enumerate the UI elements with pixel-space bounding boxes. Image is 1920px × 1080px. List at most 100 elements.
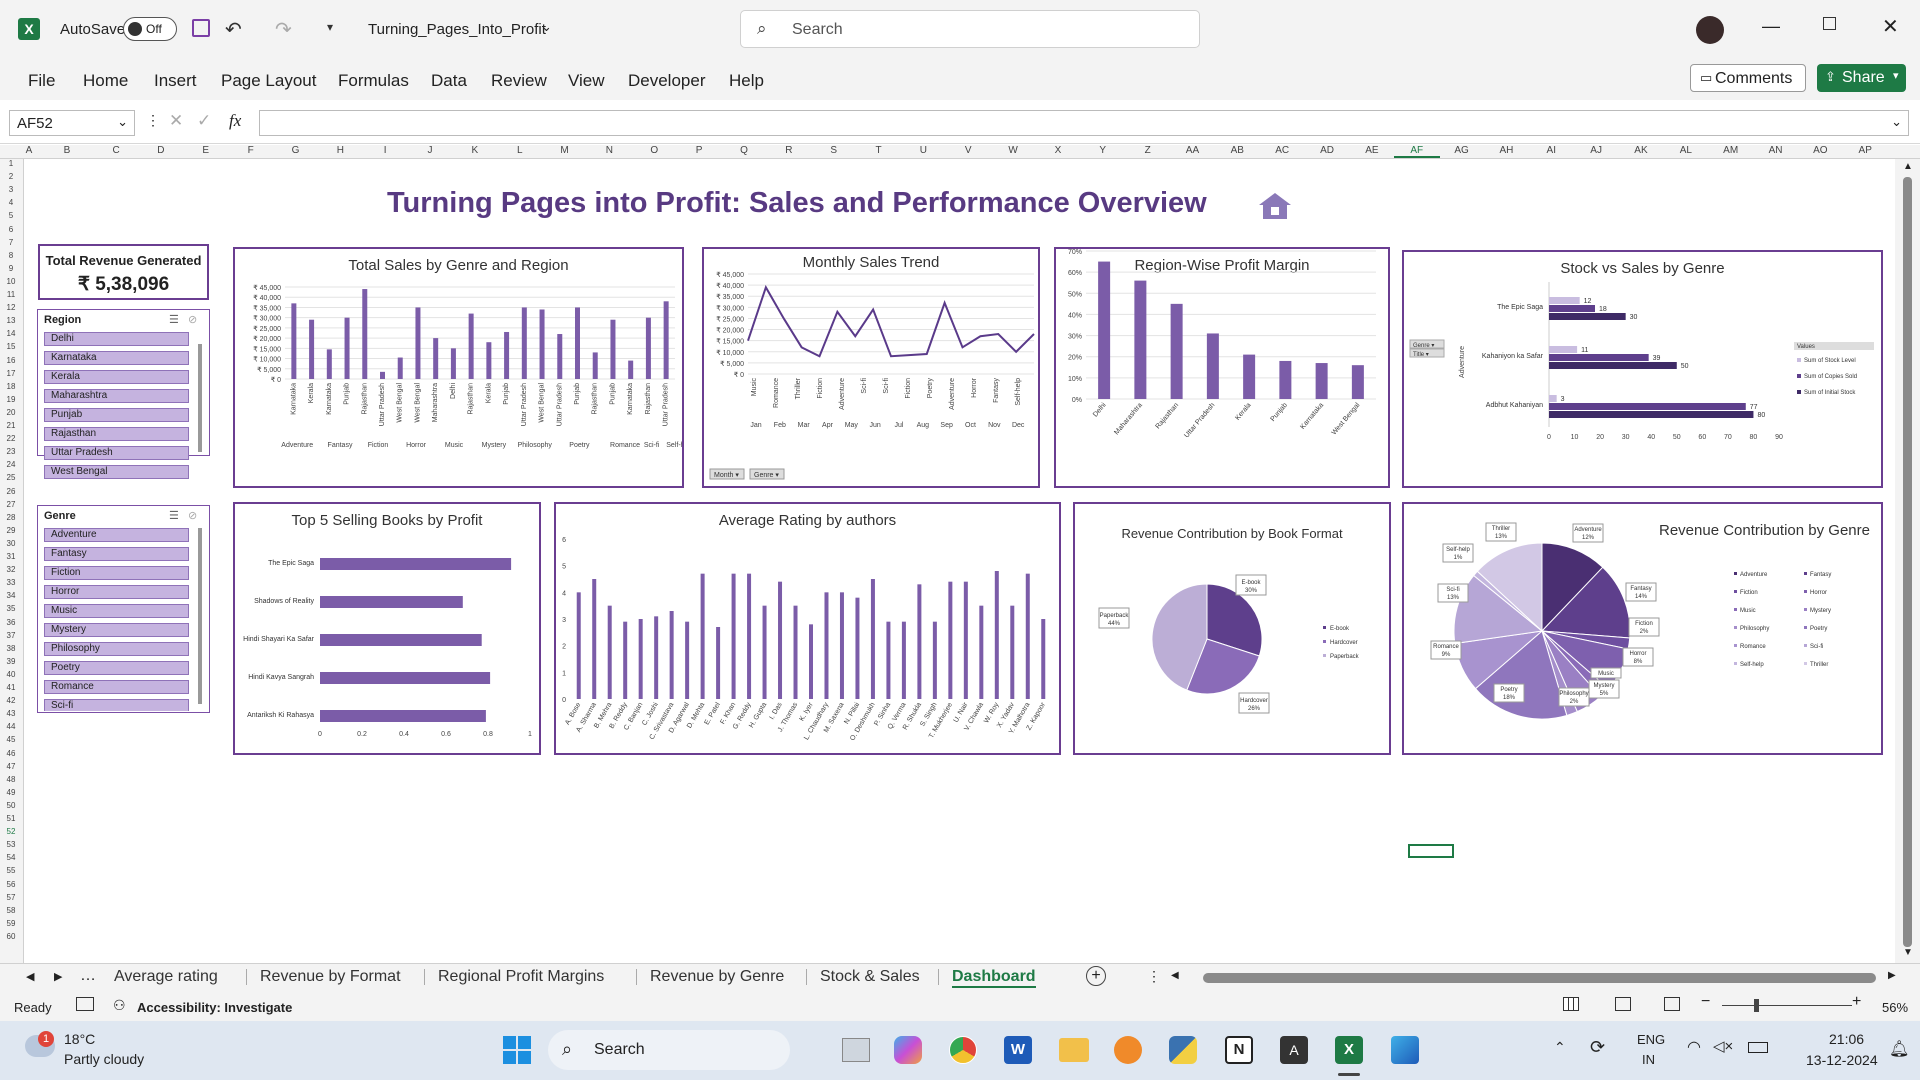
minimize-icon[interactable]: —	[1762, 16, 1780, 37]
customize-toolbar-icon[interactable]: ▾	[327, 20, 333, 34]
chart-stock-vs-sales[interactable]: Stock vs Sales by Genre 0 10 20 30 40 50 60 70 8…	[1402, 250, 1883, 488]
tab-average-rating[interactable]: Average rating	[114, 968, 218, 986]
task-view-icon[interactable]	[842, 1038, 870, 1062]
chart-top5-books[interactable]: Top 5 Selling Books by Profit 0 0.2 0.4 0.6…	[233, 502, 541, 755]
sync-icon[interactable]: ⟳	[1590, 1037, 1605, 1058]
slicer-item-uttar-pradesh[interactable]: Uttar Pradesh	[44, 446, 189, 460]
row-header-6[interactable]: 6	[0, 225, 22, 234]
menu-page-layout[interactable]: Page Layout	[221, 71, 316, 91]
row-header-15[interactable]: 15	[0, 342, 22, 351]
battery-icon[interactable]	[1748, 1042, 1768, 1053]
page-layout-view-icon[interactable]	[1615, 997, 1631, 1011]
python-icon[interactable]	[1169, 1036, 1197, 1064]
search-box[interactable]: ⌕ Search	[740, 10, 1200, 48]
row-header-50[interactable]: 50	[0, 801, 22, 810]
row-header-16[interactable]: 16	[0, 356, 22, 365]
column-header-ab[interactable]: AB	[1214, 145, 1260, 156]
insert-function-icon[interactable]: fx	[229, 111, 241, 131]
row-header-17[interactable]: 17	[0, 369, 22, 378]
tab-regional-profit-margins[interactable]: Regional Profit Margins	[438, 968, 604, 986]
accessibility-status[interactable]: Accessibility: Investigate	[137, 1000, 292, 1015]
page-break-view-icon[interactable]	[1664, 997, 1680, 1011]
column-header-p[interactable]: P	[676, 145, 722, 156]
column-header-aa[interactable]: AA	[1169, 145, 1215, 156]
scroll-thumb[interactable]	[1903, 177, 1912, 947]
menu-view[interactable]: View	[568, 71, 605, 91]
row-header-8[interactable]: 8	[0, 251, 22, 260]
maximize-icon[interactable]	[1823, 17, 1836, 30]
row-header-1[interactable]: 1	[0, 159, 22, 168]
column-header-ac[interactable]: AC	[1259, 145, 1305, 156]
row-header-35[interactable]: 35	[0, 604, 22, 613]
slicer-item-poetry[interactable]: Poetry	[44, 661, 189, 675]
word-icon[interactable]: W	[1004, 1036, 1032, 1064]
column-header-al[interactable]: AL	[1663, 145, 1709, 156]
notion-icon[interactable]: N	[1225, 1036, 1253, 1064]
column-header-z[interactable]: Z	[1125, 145, 1171, 156]
excel-taskbar-icon[interactable]: X	[1335, 1036, 1363, 1064]
comments-button[interactable]: ▭ Comments	[1690, 64, 1806, 92]
column-header-am[interactable]: AM	[1708, 145, 1754, 156]
slicer-item-sci-fi[interactable]: Sci-fi	[44, 699, 189, 711]
chevron-up-icon[interactable]: ⌃	[1554, 1039, 1566, 1056]
row-header-39[interactable]: 39	[0, 657, 22, 666]
column-header-v[interactable]: V	[945, 145, 991, 156]
file-name[interactable]: Turning_Pages_Into_Profit	[368, 21, 546, 38]
active-cell[interactable]	[1408, 844, 1454, 858]
row-header-4[interactable]: 4	[0, 198, 22, 207]
zoom-slider[interactable]	[1722, 999, 1852, 1012]
vertical-scrollbar[interactable]: ▲ ▼	[1895, 159, 1920, 963]
row-header-30[interactable]: 30	[0, 539, 22, 548]
autosave-toggle[interactable]: Off	[123, 17, 177, 41]
row-header-56[interactable]: 56	[0, 880, 22, 889]
column-header-y[interactable]: Y	[1080, 145, 1126, 156]
row-header-9[interactable]: 9	[0, 264, 22, 273]
slicer-item-horror[interactable]: Horror	[44, 585, 189, 599]
scroll-up-icon[interactable]: ▲	[1903, 161, 1913, 172]
enter-icon[interactable]: ✓	[197, 111, 211, 131]
column-header-g[interactable]: G	[272, 145, 318, 156]
copilot-icon[interactable]	[894, 1036, 922, 1064]
column-header-e[interactable]: E	[183, 145, 229, 156]
column-header-ap[interactable]: AP	[1842, 145, 1888, 156]
row-header-59[interactable]: 59	[0, 919, 22, 928]
zoom-in-icon[interactable]: +	[1852, 993, 1861, 1011]
column-header-af[interactable]: AF	[1393, 145, 1440, 158]
column-header-q[interactable]: Q	[721, 145, 767, 156]
clear-filter-icon[interactable]: ⊘	[188, 313, 197, 326]
row-header-37[interactable]: 37	[0, 631, 22, 640]
column-header-n[interactable]: N	[586, 145, 632, 156]
macro-icon[interactable]	[76, 997, 94, 1011]
undo-icon[interactable]: ↶	[225, 17, 242, 42]
row-header-24[interactable]: 24	[0, 460, 22, 469]
column-header-d[interactable]: D	[138, 145, 184, 156]
row-header-3[interactable]: 3	[0, 185, 22, 194]
column-header-ad[interactable]: AD	[1304, 145, 1350, 156]
row-header-42[interactable]: 42	[0, 696, 22, 705]
clock-time[interactable]: 21:06	[1829, 1031, 1864, 1047]
volume-icon[interactable]: ◁×	[1713, 1037, 1733, 1055]
row-header-55[interactable]: 55	[0, 866, 22, 875]
region-slicer[interactable]: Region ☰ ⊘ Delhi Karnataka Kerala Maharasht…	[37, 309, 210, 479]
column-header-an[interactable]: AN	[1753, 145, 1799, 156]
slicer-scrollbar[interactable]	[198, 344, 202, 452]
menu-formulas[interactable]: Formulas	[338, 71, 409, 91]
menu-help[interactable]: Help	[729, 71, 764, 91]
row-header-18[interactable]: 18	[0, 382, 22, 391]
menu-file[interactable]: File	[28, 71, 55, 91]
slicer-item-delhi[interactable]: Delhi	[44, 332, 189, 346]
row-header-49[interactable]: 49	[0, 788, 22, 797]
row-header-25[interactable]: 25	[0, 473, 22, 482]
row-header-12[interactable]: 12	[0, 303, 22, 312]
more-icon[interactable]: ⋮	[1147, 968, 1161, 985]
slicer-item-music[interactable]: Music	[44, 604, 189, 618]
slicer-item-punjab[interactable]: Punjab	[44, 408, 189, 422]
slicer-item-adventure[interactable]: Adventure	[44, 528, 189, 542]
slicer-item-rajasthan[interactable]: Rajasthan	[44, 427, 189, 441]
row-header-47[interactable]: 47	[0, 762, 22, 771]
row-header-23[interactable]: 23	[0, 447, 22, 456]
row-header-22[interactable]: 22	[0, 434, 22, 443]
file-explorer-icon[interactable]	[1059, 1038, 1089, 1062]
column-header-ao[interactable]: AO	[1797, 145, 1843, 156]
chart-region-profit[interactable]: Region-Wise Profit Margin 0% 10% 20% 30% 40%…	[1054, 247, 1390, 488]
